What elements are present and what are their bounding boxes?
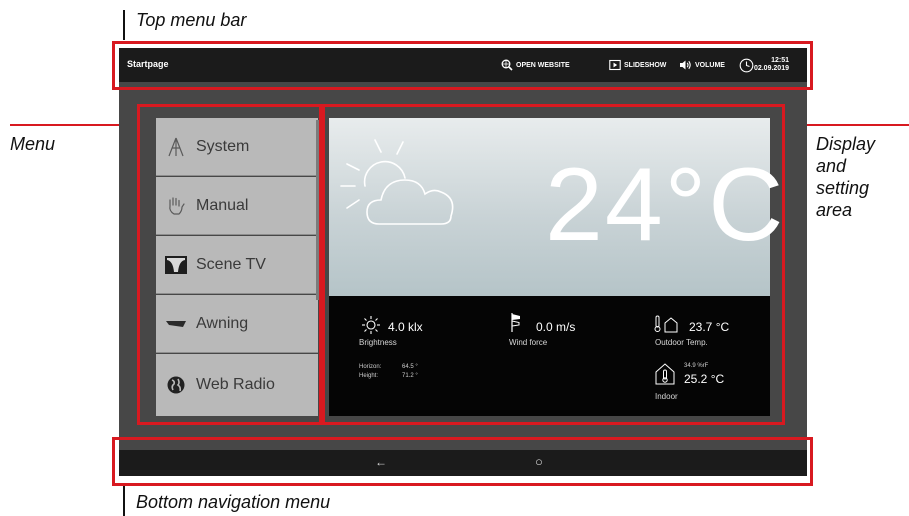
brightness-value: 4.0 klx: [388, 320, 423, 334]
slideshow-button[interactable]: SLIDESHOW: [609, 59, 666, 71]
open-website-button[interactable]: OPEN WEBSITE: [501, 59, 570, 71]
volume-button[interactable]: VOLUME: [679, 59, 725, 71]
humidity-value: 34.9 %rF: [684, 363, 709, 369]
partly-cloudy-icon: [340, 139, 454, 225]
globe-search-icon: [501, 59, 513, 71]
indoor-house-icon: [655, 363, 675, 385]
windsock-icon: [511, 313, 520, 332]
sensor-panel: 4.0 klx Brightness Horizon: 64.5 ° Height…: [329, 296, 770, 416]
scene-tv-icon: [156, 255, 196, 275]
back-button[interactable]: ←: [375, 455, 387, 469]
menu-item-label: Scene TV: [196, 255, 266, 273]
menu-scrollbar[interactable]: [316, 120, 319, 300]
page-title: Startpage: [127, 59, 169, 69]
menu-item-label: System: [196, 137, 250, 155]
speaker-icon: [680, 60, 691, 70]
outdoor-temp-value: 23.7 °C: [689, 320, 730, 334]
display-callout-line-4: area: [816, 200, 853, 220]
brightness-label: Brightness: [359, 338, 397, 347]
sun-position: Horizon: 64.5 ° Height: 71.2 °: [359, 363, 418, 381]
open-website-label: OPEN WEBSITE: [516, 61, 570, 69]
menu-item-web-radio[interactable]: Web Radio: [156, 354, 318, 416]
slideshow-label: SLIDESHOW: [624, 61, 667, 69]
bottom-callout-leader: [123, 486, 125, 516]
bottom-navigation-bar: ← ○: [119, 450, 807, 476]
top-menu-bar-callout: Top menu bar: [136, 10, 247, 30]
wind-label: Wind force: [509, 338, 548, 347]
display-callout: Display and setting area: [816, 133, 875, 221]
horizon-label: Horizon:: [359, 364, 382, 370]
height-value: 71.2 °: [402, 373, 418, 379]
clock-time: 12:51: [771, 57, 789, 64]
volume-label: VOLUME: [695, 61, 725, 69]
clock-icon: [739, 58, 754, 73]
clock-display: 12:51 02.09.2019: [754, 57, 789, 73]
menu-item-label: Awning: [196, 314, 249, 332]
menu-item-system[interactable]: System: [156, 118, 318, 176]
menu-callout: Menu: [10, 134, 56, 154]
horizon-value: 64.5 °: [402, 364, 418, 370]
top-callout-leader: [123, 10, 125, 40]
display-callout-line-2: and: [816, 156, 847, 176]
menu-item-label: Manual: [196, 196, 249, 214]
home-button[interactable]: ○: [535, 454, 543, 469]
bottom-navigation-callout: Bottom navigation menu: [136, 492, 331, 512]
menu-item-scene-tv[interactable]: Scene TV: [156, 236, 318, 294]
indoor-temp-label: Indoor: [655, 392, 678, 401]
display-callout-line-1: Display: [816, 134, 876, 154]
display-callout-line-3: setting: [816, 178, 870, 198]
globe-icon: [156, 375, 196, 395]
awning-icon: [156, 318, 196, 330]
outdoor-temp-label: Outdoor Temp.: [655, 338, 708, 347]
top-menu-bar: Startpage OPEN WEBSITE SLIDESHOW VOLUME …: [119, 48, 807, 82]
wind-value: 0.0 m/s: [536, 320, 576, 334]
sun-icon: [362, 316, 380, 334]
hand-icon: [156, 195, 196, 217]
menu-item-manual[interactable]: Manual: [156, 177, 318, 235]
height-label: Height:: [359, 373, 379, 379]
menu-item-awning[interactable]: Awning: [156, 295, 318, 353]
system-icon: [156, 136, 196, 158]
indoor-temp-value: 25.2 °C: [684, 372, 725, 386]
clock-date: 02.09.2019: [753, 65, 789, 72]
menu-item-label: Web Radio: [196, 376, 275, 393]
slideshow-icon: [609, 59, 621, 71]
outdoor-thermometer-icon: [654, 315, 678, 333]
current-temperature: 24°C: [545, 147, 786, 263]
